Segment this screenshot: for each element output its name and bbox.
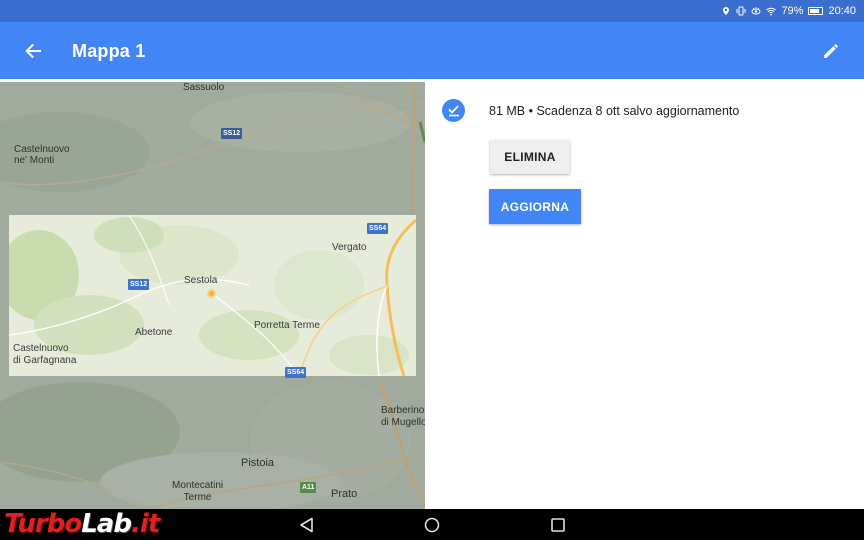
wifi-icon bbox=[766, 7, 777, 16]
road-shield: SS12 bbox=[221, 128, 243, 139]
place-label: Abetone bbox=[135, 327, 173, 338]
battery-percent: 79% bbox=[781, 5, 804, 17]
app-bar: Mappa 1 bbox=[0, 22, 864, 79]
status-icons: 79% 20:40 bbox=[721, 0, 856, 22]
road-shield: SS64 bbox=[367, 223, 389, 234]
clock: 20:40 bbox=[828, 5, 856, 17]
back-button[interactable] bbox=[20, 38, 46, 64]
place-label: Castelnuovo di Garfagnana bbox=[13, 343, 77, 366]
arrow-back-icon bbox=[25, 43, 41, 59]
place-label: Castelnuovo ne' Monti bbox=[14, 144, 70, 166]
downloaded-check-icon bbox=[442, 99, 465, 122]
watermark-part: .it bbox=[130, 508, 160, 539]
vibrate-icon bbox=[736, 6, 746, 16]
watermark-part: Lab bbox=[81, 508, 132, 539]
pencil-icon bbox=[824, 44, 838, 58]
download-details-panel: 81 MB • Scadenza 8 ott salvo aggiornamen… bbox=[425, 82, 864, 509]
place-label: Vergato bbox=[332, 242, 367, 253]
place-label: Sestola bbox=[184, 275, 218, 286]
update-button[interactable]: AGGIORNA bbox=[489, 189, 581, 224]
place-label: Barberino di Mugello bbox=[381, 405, 425, 428]
watermark-part: Turbo bbox=[4, 508, 82, 539]
watermark-logo: Turbo Lab .it bbox=[4, 507, 160, 540]
place-label: Pistoia bbox=[241, 457, 275, 469]
nav-back-icon[interactable] bbox=[297, 515, 317, 535]
road-shield: SS64 bbox=[285, 367, 307, 378]
place-label: Prato bbox=[331, 488, 358, 500]
map-pin-icon bbox=[207, 289, 216, 298]
download-info: 81 MB • Scadenza 8 ott salvo aggiornamen… bbox=[489, 104, 740, 118]
place-label: Porretta Terme bbox=[254, 320, 320, 331]
location-icon bbox=[723, 7, 730, 15]
eye-comfort-icon bbox=[751, 7, 761, 15]
nav-home-icon[interactable] bbox=[422, 515, 442, 535]
page-title: Mappa 1 bbox=[72, 41, 146, 61]
status-bar: 79% 20:40 bbox=[0, 0, 864, 22]
battery-icon bbox=[808, 7, 824, 15]
road-shield: A11 bbox=[300, 482, 317, 493]
edit-button[interactable] bbox=[818, 38, 844, 64]
road-shield: SS12 bbox=[128, 279, 150, 290]
check-icon bbox=[447, 104, 459, 116]
place-label: Sassuolo bbox=[183, 82, 225, 93]
delete-button[interactable]: ELIMINA bbox=[490, 140, 570, 174]
nav-recents-icon[interactable] bbox=[548, 515, 568, 535]
place-label: Montecatini Terme bbox=[172, 480, 224, 503]
